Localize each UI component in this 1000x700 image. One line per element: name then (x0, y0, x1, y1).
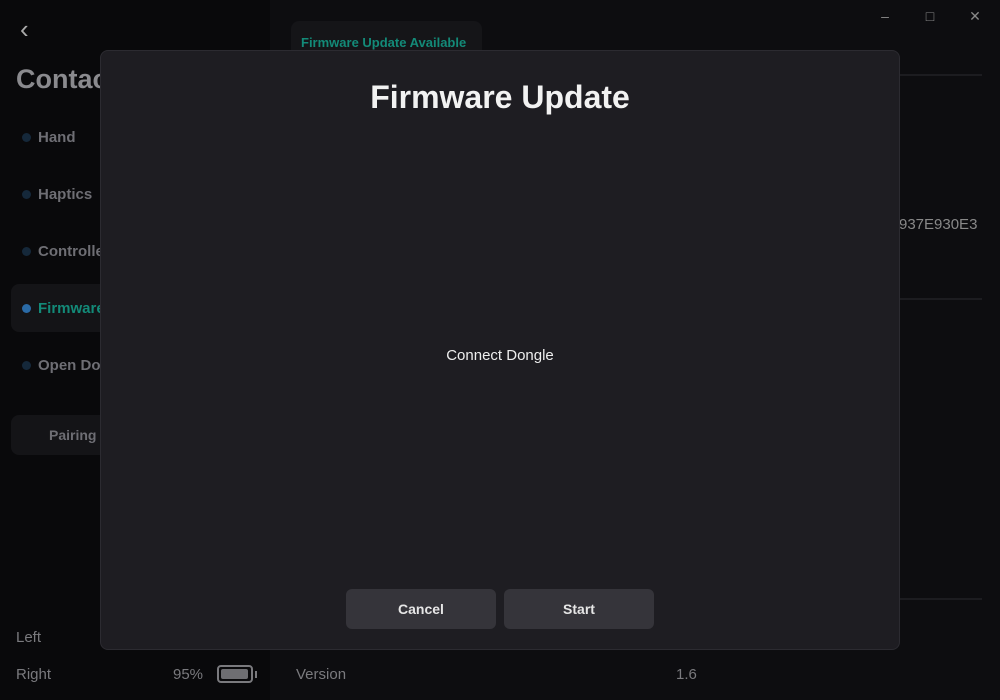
dialog-message: Connect Dongle (446, 347, 554, 364)
dot-icon (22, 246, 31, 256)
pairing-label: Pairing (49, 427, 97, 443)
battery-right-label: Right (16, 666, 52, 683)
battery-right-percent: 95% (173, 666, 204, 683)
firmware-update-dialog: Firmware Update Connect Dongle Cancel St… (100, 50, 900, 650)
dialog-title: Firmware Update (370, 79, 630, 115)
version-label: Version (296, 666, 347, 683)
sidebar-item-label: Haptics (38, 185, 93, 203)
minimize-icon[interactable]: – (875, 6, 895, 26)
start-button[interactable]: Start (504, 589, 654, 629)
sidebar-item-label: Controller (38, 242, 110, 260)
sidebar-item-label: Firmware (38, 299, 105, 317)
update-badge-label: Firmware Update Available (301, 35, 467, 50)
maximize-icon[interactable]: □ (920, 6, 940, 26)
battery-left-label: Left (16, 629, 42, 646)
version-value: 1.6 (676, 666, 697, 683)
dot-icon (22, 360, 31, 370)
dot-icon (22, 189, 31, 199)
dot-icon (22, 132, 31, 142)
close-icon[interactable]: ✕ (965, 6, 985, 26)
dot-icon (22, 303, 31, 313)
serial-number: 937E930E3 (899, 216, 978, 233)
sidebar-item-label: Hand (38, 128, 76, 146)
battery-icon (217, 665, 257, 683)
back-arrow-icon[interactable]: ‹ (20, 16, 40, 42)
cancel-button[interactable]: Cancel (346, 589, 496, 629)
